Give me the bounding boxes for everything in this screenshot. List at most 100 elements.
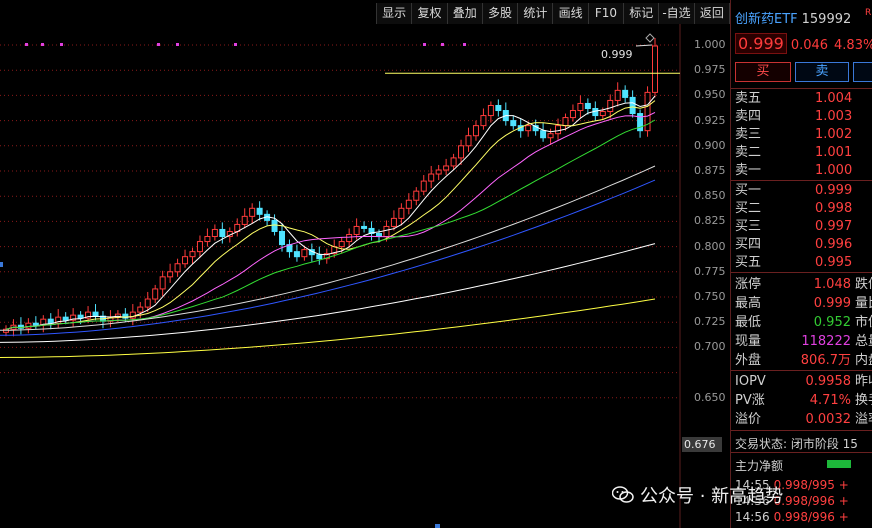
price-row: 0.999 0.046 4.83% [735, 33, 872, 54]
candle-body [77, 314, 84, 319]
candle-body [279, 230, 286, 246]
y-tick-label: 0.775 [694, 264, 726, 278]
main-flow-label: 主力净额 [735, 459, 784, 473]
candle-body [540, 130, 547, 139]
ask-label: 卖三 [735, 127, 762, 142]
candle-body [472, 125, 479, 137]
stat-right-label: 昨收 [855, 374, 872, 389]
divider [731, 430, 872, 431]
last-price: 0.999 [735, 33, 787, 54]
bid-row: 买四 0.996 [735, 236, 872, 254]
toolbar-overlay-button[interactable]: 叠加 [448, 3, 483, 24]
candle-body [137, 306, 144, 313]
candle-body [361, 225, 368, 229]
toolbar-multi-stock-button[interactable]: 多股 [483, 3, 519, 24]
y-tick-label: 0.700 [694, 340, 726, 354]
wechat-watermark: 公众号 · 新高趋势 [612, 482, 783, 508]
candle-body [301, 249, 308, 258]
candle-body [383, 225, 390, 238]
candle-body [405, 199, 412, 209]
candle-body [338, 241, 345, 248]
stat-value: 118222 [801, 334, 851, 349]
stat-label: 最低 [735, 315, 762, 330]
candle-body [614, 89, 621, 101]
tick-price: 0.998/995 + [773, 478, 849, 492]
security-code: 159992 [801, 12, 852, 27]
toolbar-adjust-button[interactable]: 复权 [412, 3, 448, 24]
stat-right-label: 换手 [855, 393, 872, 408]
y-tick-label: 0.850 [694, 189, 726, 203]
price-axis: 1.000 0.975 0.950 0.925 0.900 0.875 0.850 0.825… [680, 24, 730, 528]
kline-chart[interactable] [0, 24, 730, 528]
more-trade-button[interactable] [853, 62, 872, 82]
toolbar-remove-watchlist-button[interactable]: -自选 [659, 3, 695, 24]
bid-row: 买五 0.995 [735, 254, 872, 272]
event-marker [25, 43, 28, 46]
bid-label: 买四 [735, 237, 762, 252]
y-tick-label: 0.800 [694, 239, 726, 253]
toolbar-mark-button[interactable]: 标记 [624, 3, 660, 24]
y-tick-label: 0.925 [694, 113, 726, 127]
stat-value: 0.9958 [805, 374, 852, 389]
candle-body [569, 110, 576, 119]
ask-price: 1.002 [815, 127, 853, 142]
stat-row: 外盘 806.7万内盘 [735, 352, 872, 370]
stat-right-label: 溢率 [855, 412, 872, 427]
ask-price: 1.004 [815, 91, 853, 106]
stat-row: 最低 0.952 市值 [735, 314, 872, 332]
tick-price: 0.998/996 + [773, 494, 849, 508]
ask-label: 卖一 [735, 163, 762, 178]
ma5-line [5, 95, 656, 330]
candle-body [495, 104, 502, 112]
sell-button[interactable]: 卖 [795, 62, 849, 82]
divider [731, 452, 872, 453]
y-tick-label: 0.900 [694, 138, 726, 152]
stat-label: 最高 [735, 296, 762, 311]
candle-body [152, 288, 159, 300]
ma20-line [5, 111, 656, 330]
stat-right-label: 量比 [855, 296, 872, 311]
toolbar-draw-button[interactable]: 画线 [553, 3, 589, 24]
y-tick-label: 0.750 [694, 290, 726, 303]
buy-button[interactable]: 买 [735, 62, 791, 82]
price-change: 0.046 [790, 38, 829, 53]
candle-body [629, 96, 636, 115]
axis-cursor-label: 0.676 [682, 437, 722, 452]
toolbar-stats-button[interactable]: 统计 [518, 3, 554, 24]
y-tick-label: 0.725 [694, 315, 726, 329]
ma500-line [0, 298, 656, 358]
candle-body [555, 125, 562, 135]
security-name: 创新药ETF [735, 12, 798, 27]
left-marker [0, 262, 3, 267]
bid-row: 买三 0.997 [735, 218, 872, 236]
event-marker [441, 43, 444, 46]
stat-label: PV涨 [735, 393, 765, 408]
stat-label: 外盘 [735, 353, 762, 368]
candle-body [525, 125, 532, 132]
etf-stat-row: IOPV 0.9958昨收 [735, 373, 872, 391]
quote-panel: 创新药ETF 159992 R 0.999 0.046 4.83% 买 卖 交易状态:… [730, 0, 872, 528]
ma60-line [0, 165, 656, 331]
stat-label: 现量 [735, 334, 762, 349]
bid-row: 买一 0.999 [735, 182, 872, 200]
candle-body [390, 217, 397, 227]
stat-value: 0.0032 [805, 412, 852, 427]
toolbar-f10-button[interactable]: F10 [589, 3, 625, 24]
event-marker [423, 43, 426, 46]
toolbar-back-button[interactable]: 返回 [695, 3, 730, 24]
candle-body [196, 241, 203, 253]
candle-body [398, 207, 405, 219]
event-marker [463, 43, 466, 46]
y-tick-label: 0.875 [694, 164, 726, 177]
price-change-pct: 4.83% [834, 38, 872, 53]
toolbar-display-button[interactable]: 显示 [377, 3, 413, 24]
etf-stat-row: PV涨 4.71% 换手 [735, 392, 872, 410]
candle-body [316, 254, 323, 260]
candle-body [577, 102, 584, 112]
ask-row: 卖四 1.003 [735, 108, 872, 126]
wechat-icon [612, 486, 634, 503]
divider [731, 180, 872, 181]
candle-body [465, 135, 472, 147]
ask-label: 卖四 [735, 109, 762, 124]
candle-body [584, 102, 591, 110]
